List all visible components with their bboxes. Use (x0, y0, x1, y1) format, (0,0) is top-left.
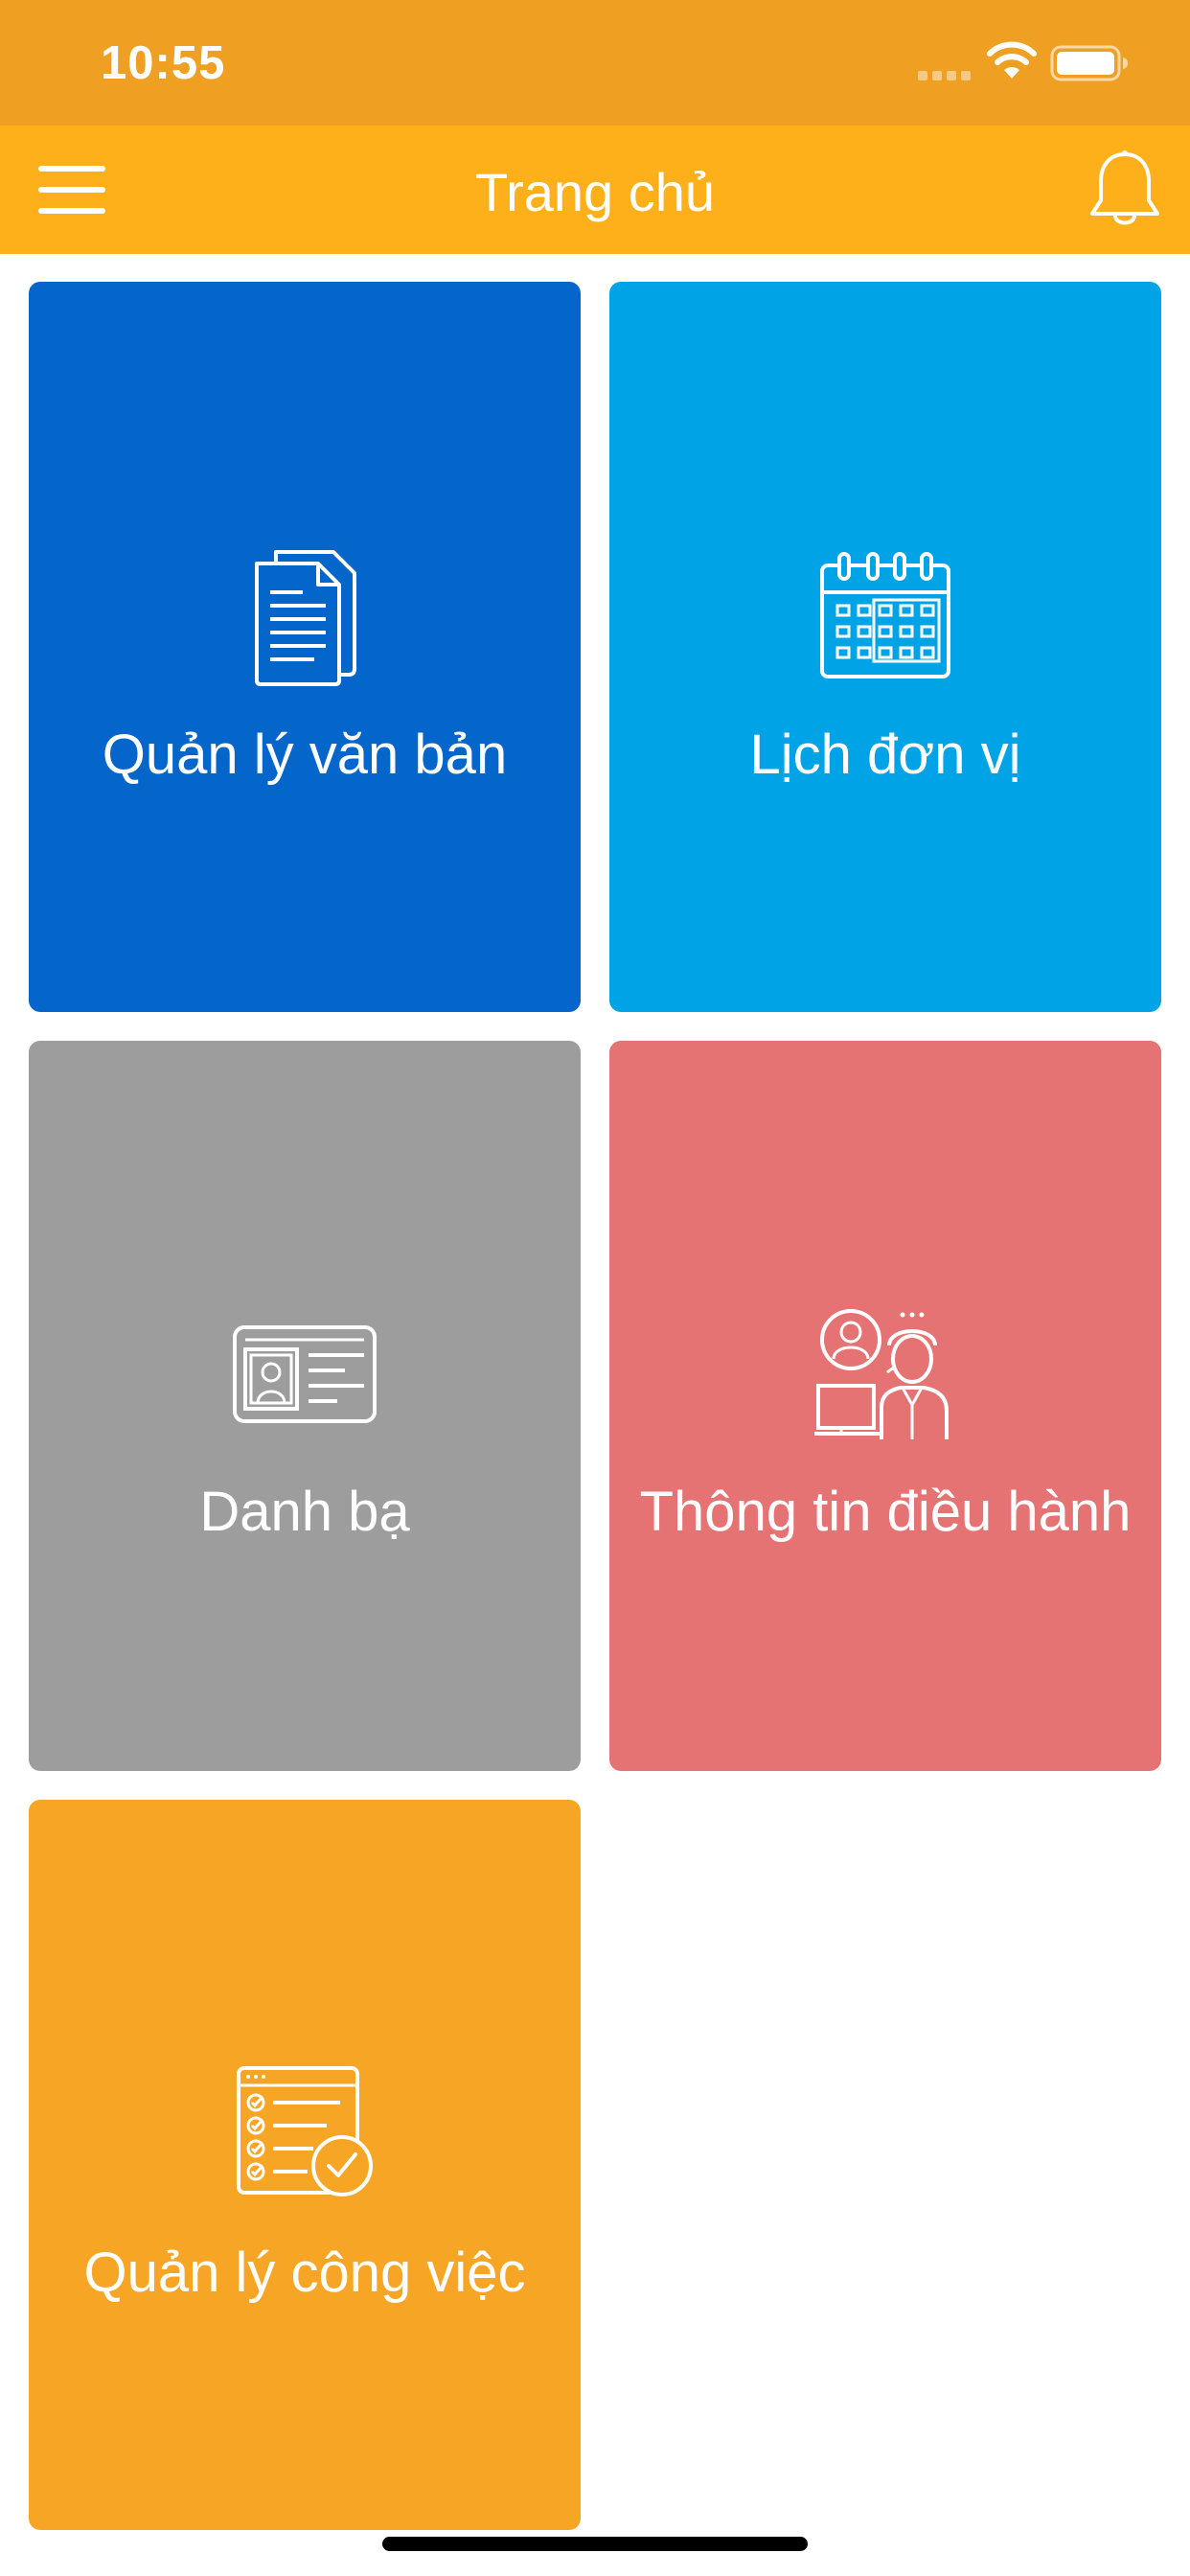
tile-label: Danh bạ (199, 1481, 410, 1543)
home-indicator[interactable] (382, 2537, 808, 2551)
status-bar: 10:55 (0, 0, 1190, 126)
nav-bar: Trang chủ (0, 126, 1190, 254)
tile-unit-calendar[interactable]: Lịch đơn vị (609, 282, 1161, 1012)
status-time: 10:55 (101, 37, 226, 89)
battery-icon (1050, 45, 1128, 81)
notifications-button[interactable] (1085, 149, 1165, 231)
page-title: Trang chủ (474, 162, 716, 222)
operator-support-icon (814, 1309, 949, 1439)
tile-label: Quản lý công việc (83, 2242, 526, 2304)
tile-operations-info[interactable]: Thông tin điều hành (609, 1041, 1161, 1771)
documents-icon (255, 550, 356, 686)
task-checklist-icon (237, 2066, 373, 2196)
contact-card-icon (233, 1325, 377, 1423)
calendar-icon (820, 552, 950, 678)
tile-task-management[interactable]: Quản lý công việc (29, 1800, 581, 2530)
tile-label: Quản lý văn bản (102, 724, 508, 786)
tile-label: Thông tin điều hành (639, 1481, 1132, 1543)
cellular-signal-icon (918, 71, 971, 80)
tile-label: Lịch đơn vị (749, 724, 1021, 786)
wifi-icon (987, 41, 1037, 79)
tile-document-management[interactable]: Quản lý văn bản (29, 282, 581, 1012)
tile-contacts[interactable]: Danh bạ (29, 1041, 581, 1771)
bell-icon (1090, 150, 1159, 225)
